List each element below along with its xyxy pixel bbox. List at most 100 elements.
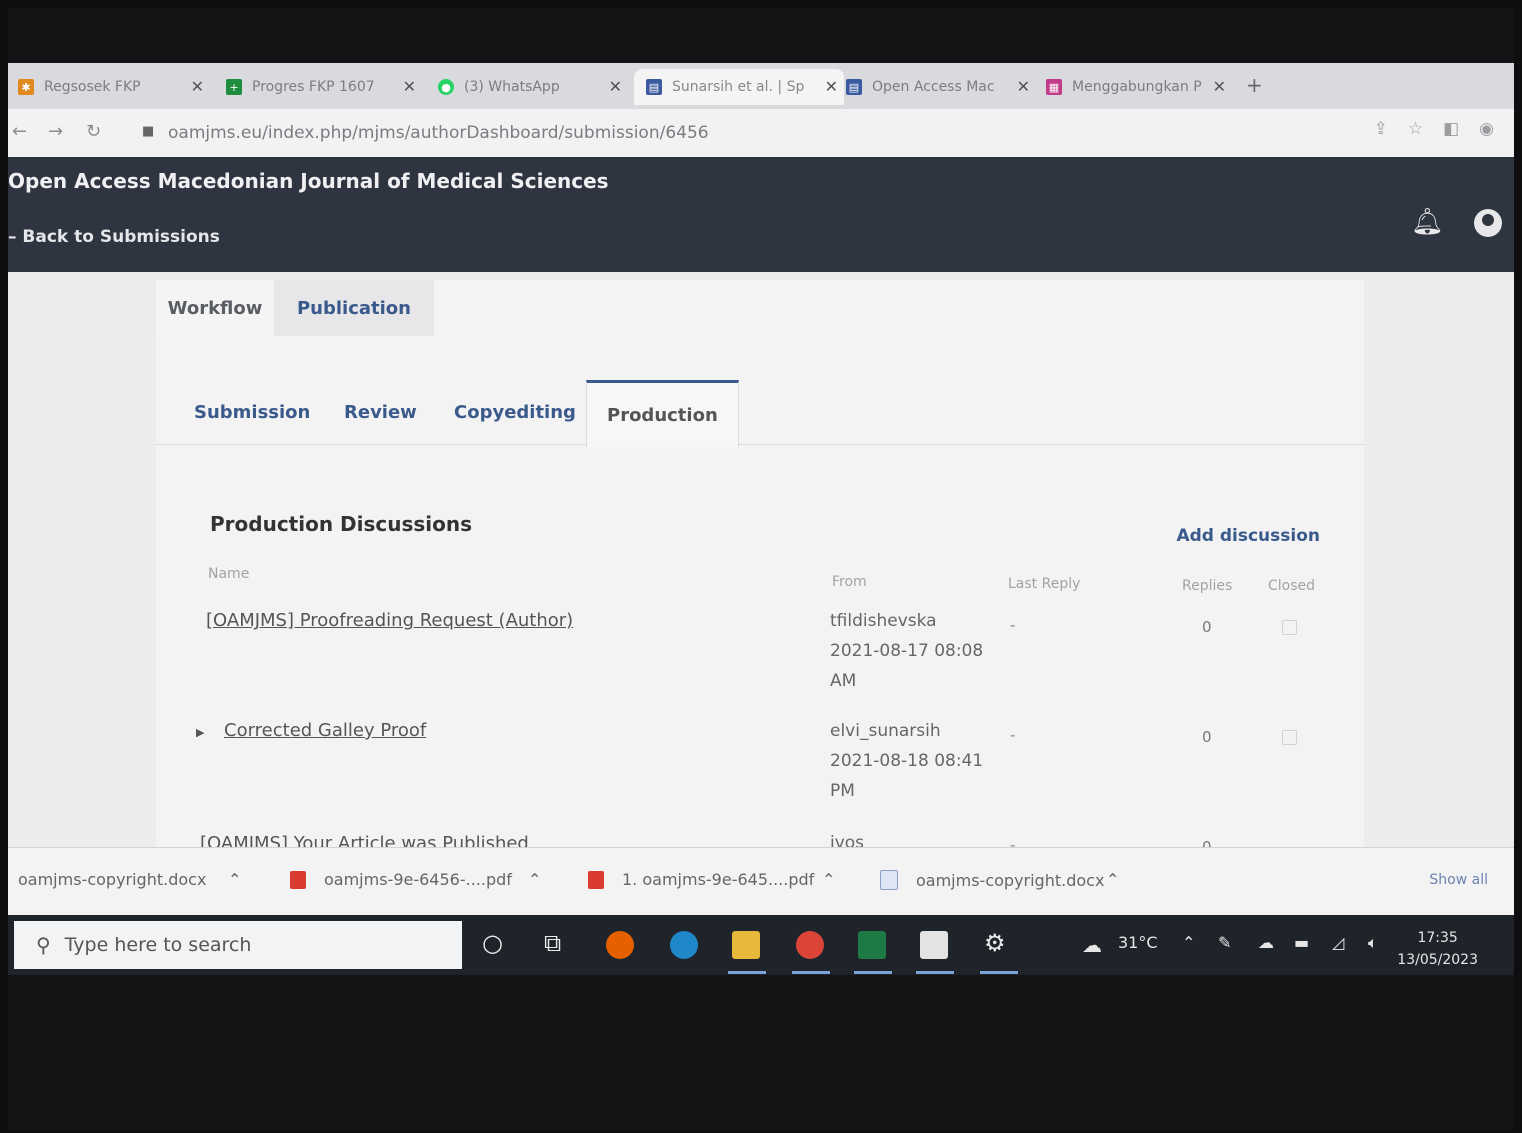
chevron-up-icon[interactable]: ⌃ bbox=[1106, 870, 1119, 889]
tab-workflow[interactable]: Workflow bbox=[156, 280, 274, 336]
column-last-reply: Last Reply bbox=[1008, 576, 1081, 592]
onedrive-cloud-icon[interactable]: ☁ bbox=[1258, 933, 1274, 952]
dash-icon: – bbox=[8, 227, 23, 247]
close-tab-icon[interactable]: ✕ bbox=[825, 77, 838, 96]
pdf-file-icon bbox=[588, 870, 604, 889]
back-to-submissions-link[interactable]: – Back to Submissions bbox=[8, 227, 220, 247]
download-filename: 1. oamjms-9e-645....pdf bbox=[622, 870, 815, 889]
discussion-closed-checkbox[interactable] bbox=[1282, 620, 1297, 635]
excel-icon[interactable] bbox=[858, 931, 886, 959]
browser-tab-menggabungkan[interactable]: ▦ Menggabungkan P ✕ bbox=[1046, 69, 1232, 105]
tab-title: Open Access Mac bbox=[872, 79, 995, 95]
lock-icon: ■ bbox=[142, 124, 155, 139]
reload-icon[interactable]: ↻ bbox=[86, 121, 101, 142]
discussion-closed-checkbox[interactable] bbox=[1282, 730, 1297, 745]
regsosek-favicon-icon: ✱ bbox=[18, 79, 34, 95]
column-replies: Replies bbox=[1182, 578, 1233, 594]
journal-favicon-icon: ▤ bbox=[646, 79, 662, 95]
browser-tab-progres[interactable]: + Progres FKP 1607 ✕ bbox=[226, 69, 422, 105]
tab-publication[interactable]: Publication bbox=[274, 280, 434, 336]
notification-bell-icon[interactable]: 🔔︎ bbox=[1411, 207, 1444, 237]
show-hidden-icons-chevron-icon[interactable]: ⌃ bbox=[1182, 933, 1195, 952]
url-field[interactable]: oamjms.eu/index.php/mjms/authorDashboard… bbox=[168, 123, 709, 143]
microsoft-store-icon[interactable] bbox=[920, 931, 948, 959]
browser-tab-sunarsih[interactable]: ▤ Sunarsih et al. | Sp ✕ bbox=[634, 69, 844, 105]
weather-temperature[interactable]: 31°C bbox=[1118, 933, 1158, 952]
download-filename: oamjms-9e-6456-....pdf bbox=[324, 870, 512, 889]
stage-tabs: Submission Review Copyediting Production bbox=[156, 380, 1364, 447]
edge-icon[interactable] bbox=[670, 931, 698, 959]
expand-caret-icon[interactable]: ▶ bbox=[196, 726, 204, 739]
discussion-link-corrected-galley[interactable]: Corrected Galley Proof bbox=[224, 720, 426, 741]
sheets-favicon-icon: + bbox=[226, 79, 242, 95]
address-bar-actions: ⇪ ☆ ◧ ◉ bbox=[1374, 119, 1494, 139]
taskbar-search-box[interactable]: ⚲ Type here to search bbox=[14, 921, 462, 969]
add-discussion-button[interactable]: Add discussion bbox=[1176, 526, 1320, 546]
profile-avatar-icon[interactable]: ◉ bbox=[1479, 119, 1494, 139]
bookmark-star-icon[interactable]: ☆ bbox=[1408, 119, 1423, 139]
close-tab-icon[interactable]: ✕ bbox=[403, 77, 416, 96]
close-tab-icon[interactable]: ✕ bbox=[609, 77, 622, 96]
download-filename: oamjms-copyright.docx bbox=[18, 870, 207, 889]
app-favicon-icon: ▦ bbox=[1046, 79, 1062, 95]
discussion-link-proofreading[interactable]: [OAMJMS] Proofreading Request (Author) bbox=[206, 610, 573, 631]
discussion-from: elvi_sunarsih 2021-08-18 08:41 PM bbox=[830, 721, 984, 801]
wifi-icon[interactable]: ◿ bbox=[1332, 933, 1344, 952]
stage-tab-submission[interactable]: Submission bbox=[194, 380, 310, 444]
cortana-circle-icon[interactable]: ○ bbox=[482, 929, 503, 957]
chevron-up-icon[interactable]: ⌃ bbox=[822, 870, 835, 889]
browser-tab-whatsapp[interactable]: ● (3) WhatsApp ✕ bbox=[438, 69, 628, 105]
pdf-file-icon bbox=[290, 870, 306, 889]
download-item[interactable]: oamjms-copyright.docx bbox=[18, 870, 206, 889]
download-item[interactable]: 1. oamjms-9e-645....pdf bbox=[588, 870, 814, 889]
weather-cloud-icon[interactable]: ☁ bbox=[1082, 933, 1102, 957]
file-explorer-icon[interactable] bbox=[732, 931, 760, 959]
search-icon: ⚲ bbox=[36, 933, 51, 957]
task-view-icon[interactable]: ⧉ bbox=[544, 929, 561, 957]
battery-icon[interactable]: ▬ bbox=[1294, 933, 1309, 952]
show-all-downloads-button[interactable]: Show all bbox=[1429, 872, 1488, 888]
active-app-indicator bbox=[916, 971, 954, 974]
browser-tab-regsosek[interactable]: ✱ Regsosek FKP ✕ bbox=[18, 69, 210, 105]
whatsapp-favicon-icon: ● bbox=[438, 79, 454, 95]
stage-tab-production[interactable]: Production bbox=[586, 380, 739, 447]
close-tab-icon[interactable]: ✕ bbox=[191, 77, 204, 96]
system-clock[interactable]: 17:35 13/05/2023 bbox=[1397, 927, 1478, 971]
main-content: Workflow Publication Submission Review C… bbox=[8, 272, 1514, 856]
download-item[interactable]: oamjms-copyright.docx bbox=[880, 870, 1104, 890]
stage-tab-copyediting[interactable]: Copyediting bbox=[454, 380, 576, 444]
firefox-icon[interactable] bbox=[606, 931, 634, 959]
discussion-replies: 0 bbox=[1202, 618, 1212, 636]
forward-arrow-icon[interactable]: → bbox=[48, 121, 63, 142]
settings-gear-icon[interactable]: ⚙ bbox=[984, 929, 1006, 957]
close-tab-icon[interactable]: ✕ bbox=[1213, 77, 1226, 96]
active-app-indicator bbox=[792, 971, 830, 974]
active-app-indicator bbox=[980, 971, 1018, 974]
download-filename: oamjms-copyright.docx bbox=[916, 870, 1105, 890]
share-icon[interactable]: ⇪ bbox=[1374, 119, 1388, 139]
chevron-up-icon[interactable]: ⌃ bbox=[528, 870, 541, 889]
tab-title: Regsosek FKP bbox=[44, 79, 141, 95]
column-from: From bbox=[832, 574, 867, 590]
stage-tab-review[interactable]: Review bbox=[344, 380, 417, 444]
chrome-icon[interactable] bbox=[796, 931, 824, 959]
tab-title: Sunarsih et al. | Sp bbox=[672, 79, 805, 95]
back-arrow-icon[interactable]: ← bbox=[12, 121, 27, 142]
discussion-replies: 0 bbox=[1202, 728, 1212, 746]
clock-time: 17:35 bbox=[1417, 930, 1458, 946]
browser-tab-open-access[interactable]: ▤ Open Access Mac ✕ bbox=[846, 69, 1036, 105]
journal-title[interactable]: Open Access Macedonian Journal of Medica… bbox=[8, 169, 609, 193]
journal-favicon-icon: ▤ bbox=[846, 79, 862, 95]
volume-icon[interactable]: 🔈︎ bbox=[1368, 933, 1378, 953]
user-account-icon[interactable] bbox=[1474, 209, 1502, 237]
chevron-up-icon[interactable]: ⌃ bbox=[228, 870, 241, 889]
download-item[interactable]: oamjms-9e-6456-....pdf bbox=[290, 870, 512, 889]
address-bar: ← → ↻ ■ oamjms.eu/index.php/mjms/authorD… bbox=[8, 109, 1514, 157]
browser-tab-bar: ✱ Regsosek FKP ✕ + Progres FKP 1607 ✕ ● … bbox=[8, 63, 1514, 109]
close-tab-icon[interactable]: ✕ bbox=[1017, 77, 1030, 96]
sidebar-icon[interactable]: ◧ bbox=[1443, 119, 1459, 139]
tab-title: (3) WhatsApp bbox=[464, 79, 560, 95]
clock-date: 13/05/2023 bbox=[1397, 952, 1478, 968]
pen-icon[interactable]: ✎ bbox=[1218, 933, 1231, 952]
new-tab-icon[interactable]: + bbox=[1246, 73, 1263, 97]
